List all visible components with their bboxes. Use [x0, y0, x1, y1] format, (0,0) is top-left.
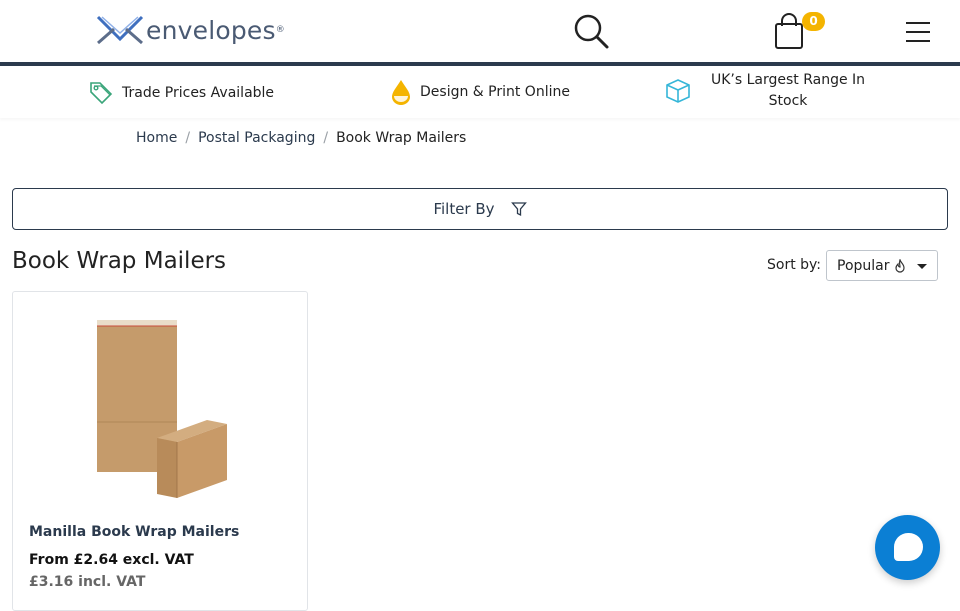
search-icon	[574, 14, 609, 49]
price-tag-icon	[90, 82, 113, 105]
product-card[interactable]: Manilla Book Wrap Mailers From £2.64 exc…	[12, 291, 308, 611]
funnel-icon	[510, 202, 527, 217]
usp-largest-range: UK’s Largest Range In Stock	[664, 70, 876, 112]
logo-registered-mark: ®	[275, 25, 285, 35]
cart-count-badge: 0	[802, 12, 825, 31]
ink-drop-icon	[392, 80, 410, 105]
site-logo[interactable]: envelopes ®	[96, 12, 285, 48]
usp-label: Design & Print Online	[420, 84, 570, 100]
page-title: Book Wrap Mailers	[12, 248, 227, 274]
site-header: envelopes ® 0	[0, 0, 960, 62]
product-name[interactable]: Manilla Book Wrap Mailers	[29, 524, 239, 540]
chevron-down-icon	[917, 264, 927, 269]
product-price-excl-vat: From £2.64 excl. VAT	[29, 552, 194, 568]
usp-design-print: Design & Print Online	[390, 78, 570, 106]
breadcrumb: Home / Postal Packaging / Book Wrap Mail…	[136, 130, 466, 146]
sort-label: Sort by:	[767, 257, 822, 273]
chat-bubble-icon	[894, 533, 923, 561]
logo-mark-icon	[96, 15, 144, 45]
chat-button[interactable]	[875, 515, 940, 580]
logo-text: envelopes	[146, 15, 276, 45]
breadcrumb-separator: /	[323, 130, 329, 146]
search-button[interactable]	[572, 12, 610, 50]
breadcrumb-separator: /	[185, 130, 191, 146]
breadcrumb-home[interactable]: Home	[136, 130, 177, 146]
usp-trade-prices: Trade Prices Available	[88, 80, 274, 106]
menu-button[interactable]	[904, 20, 932, 44]
sort-select[interactable]: Popular	[826, 250, 938, 281]
breadcrumb-postal-packaging[interactable]: Postal Packaging	[198, 130, 315, 146]
usp-label: UK’s Largest Range In Stock	[710, 72, 866, 109]
filter-button[interactable]: Filter By	[12, 188, 948, 230]
breadcrumb-current: Book Wrap Mailers	[336, 130, 467, 146]
usp-bar: Trade Prices Available Design & Print On…	[0, 66, 960, 118]
product-image[interactable]	[83, 312, 243, 502]
usp-label: Trade Prices Available	[122, 85, 275, 101]
filter-label: Filter By	[433, 200, 495, 218]
flame-icon	[894, 258, 905, 273]
sort-selected-value: Popular	[837, 257, 890, 274]
product-price-incl-vat: £3.16 incl. VAT	[29, 574, 146, 590]
box-icon	[666, 79, 690, 103]
hamburger-icon	[906, 22, 930, 42]
